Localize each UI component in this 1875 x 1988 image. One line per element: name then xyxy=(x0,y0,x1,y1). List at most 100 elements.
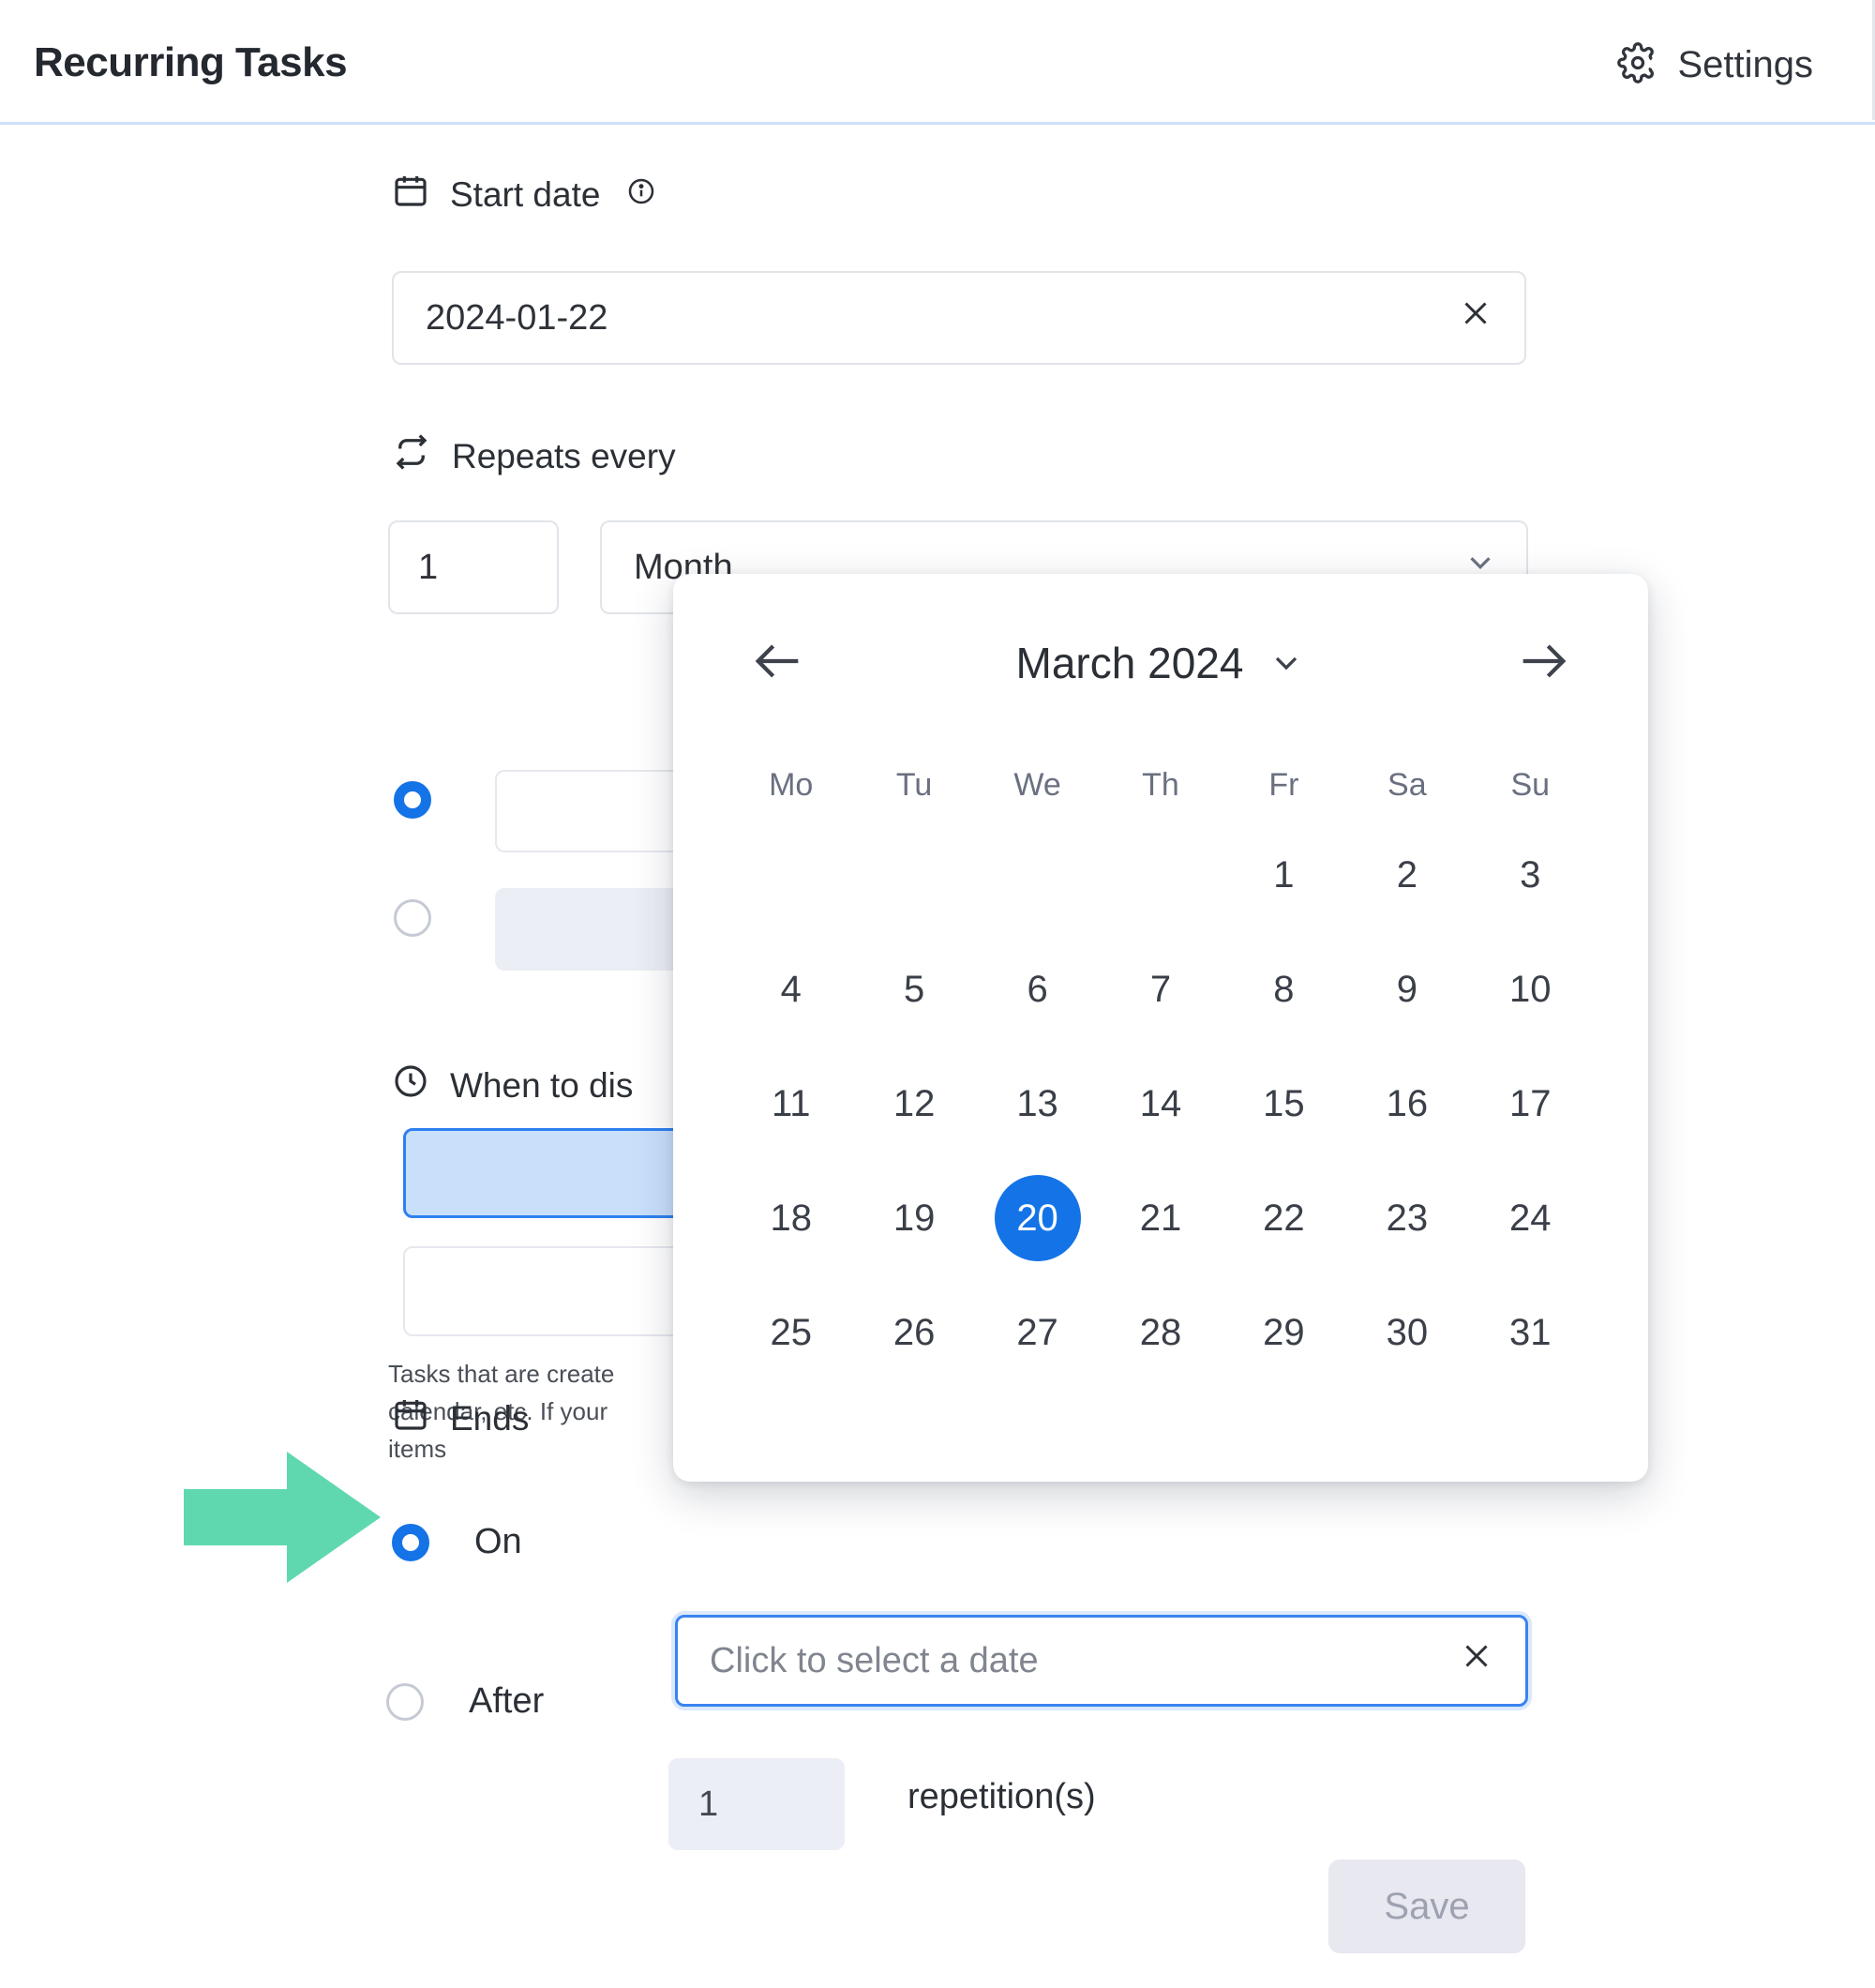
calendar-day[interactable]: 2 xyxy=(1364,832,1450,918)
calendar-day[interactable]: 3 xyxy=(1487,832,1573,918)
clear-icon[interactable] xyxy=(1460,1639,1493,1682)
save-button[interactable]: Save xyxy=(1328,1860,1525,1953)
calendar-day[interactable]: 28 xyxy=(1118,1289,1204,1376)
radio-monthly-by-ordinal[interactable] xyxy=(394,899,431,937)
calendar-cell: 15 xyxy=(1222,1047,1345,1161)
ends-label: Ends xyxy=(450,1398,530,1438)
calendar-cell: 19 xyxy=(852,1161,975,1275)
monthly-day-radio-row[interactable] xyxy=(394,781,431,819)
repeat-interval-input[interactable]: 1 xyxy=(388,520,559,614)
calendar-day[interactable]: 30 xyxy=(1364,1289,1450,1376)
display-label: When to dis xyxy=(450,1065,634,1105)
calendar-cell: 29 xyxy=(1222,1275,1345,1390)
calendar-week-row: 123 xyxy=(729,818,1592,932)
calendar-cell: 27 xyxy=(976,1275,1099,1390)
start-date-label-row: Start date xyxy=(392,172,656,218)
calendar-day[interactable]: 16 xyxy=(1364,1061,1450,1147)
page-title: Recurring Tasks xyxy=(34,39,348,85)
calendar-day[interactable]: 20 xyxy=(994,1175,1081,1261)
calendar-cell: 26 xyxy=(852,1275,975,1390)
calendar-day[interactable]: 14 xyxy=(1118,1061,1204,1147)
calendar-day[interactable]: 18 xyxy=(748,1175,834,1261)
calendar-cell: 8 xyxy=(1222,932,1345,1047)
ends-label-row: Ends xyxy=(392,1395,529,1441)
calendar-cell: 24 xyxy=(1469,1161,1592,1275)
repeat-interval-value: 1 xyxy=(418,547,439,587)
clock-icon xyxy=(392,1062,429,1108)
calendar-day[interactable]: 25 xyxy=(748,1289,834,1376)
calendar-day[interactable]: 17 xyxy=(1487,1061,1573,1147)
ends-after-radio-row[interactable]: After xyxy=(386,1681,544,1722)
ends-after-label: After xyxy=(469,1681,545,1721)
calendar-day[interactable]: 22 xyxy=(1240,1175,1327,1261)
ends-after-suffix: repetition(s) xyxy=(908,1777,1096,1816)
next-month-button[interactable] xyxy=(1513,631,1573,696)
calendar-cell: 7 xyxy=(1099,932,1222,1047)
display-label-row: When to dis xyxy=(392,1062,633,1108)
month-year-label: March 2024 xyxy=(1015,639,1244,687)
calendar-day[interactable]: 12 xyxy=(871,1061,957,1147)
calendar-weekday: Th xyxy=(1142,767,1179,803)
calendar-day[interactable]: 23 xyxy=(1364,1175,1450,1261)
calendar-day[interactable]: 13 xyxy=(995,1061,1081,1147)
calendar-cell: 9 xyxy=(1345,932,1468,1047)
calendar-cell: 21 xyxy=(1099,1161,1222,1275)
calendar-day[interactable]: 24 xyxy=(1487,1175,1573,1261)
monthly-ordinal-radio-row[interactable] xyxy=(394,899,431,937)
calendar-day[interactable]: 11 xyxy=(748,1061,834,1147)
ends-group: Ends xyxy=(392,1395,529,1441)
calendar-day-empty xyxy=(995,832,1081,918)
info-icon[interactable] xyxy=(626,175,656,215)
calendar-day[interactable]: 10 xyxy=(1487,946,1573,1032)
calendar-cell: 20 xyxy=(976,1161,1099,1275)
calendar-day[interactable]: 26 xyxy=(871,1289,957,1376)
display-group: When to dis xyxy=(392,1062,633,1108)
calendar-weekday-header: Mo Tu We Th Fr Sa Su xyxy=(729,752,1592,818)
repeats-group: Repeats every xyxy=(392,432,676,480)
calendar-day[interactable]: 29 xyxy=(1240,1289,1327,1376)
calendar-day[interactable]: 31 xyxy=(1487,1289,1573,1376)
calendar-cell: 4 xyxy=(729,932,852,1047)
calendar-cell: 5 xyxy=(852,932,975,1047)
radio-ends-on[interactable] xyxy=(392,1523,429,1561)
calendar-week-row: 25 26 27 28 29 30 31 xyxy=(729,1275,1592,1390)
calendar-weekday: Sa xyxy=(1388,767,1427,803)
calendar-day[interactable]: 4 xyxy=(748,946,834,1032)
calendar-cell: 28 xyxy=(1099,1275,1222,1390)
calendar-grid: Mo Tu We Th Fr Sa Su 1 2 3 4 5 6 7 8 9 10 11 12 13 14 15 16 17… xyxy=(729,752,1592,1390)
calendar-day[interactable]: 15 xyxy=(1240,1061,1327,1147)
calendar-cell xyxy=(1099,818,1222,932)
calendar-cell: 31 xyxy=(1469,1275,1592,1390)
calendar-day[interactable]: 19 xyxy=(871,1175,957,1261)
ends-on-date-input[interactable]: Click to select a date xyxy=(675,1615,1528,1707)
radio-monthly-by-day[interactable] xyxy=(394,781,431,819)
start-date-label: Start date xyxy=(450,174,601,214)
calendar-day[interactable]: 21 xyxy=(1118,1175,1204,1261)
ends-on-label: On xyxy=(474,1522,522,1561)
ends-after-count-input[interactable]: 1 xyxy=(668,1758,845,1850)
calendar-cell: 6 xyxy=(976,932,1099,1047)
calendar-day[interactable]: 8 xyxy=(1240,946,1327,1032)
calendar-day[interactable]: 5 xyxy=(871,946,957,1032)
radio-ends-after[interactable] xyxy=(386,1682,424,1721)
month-year-selector[interactable]: March 2024 xyxy=(1016,638,1306,688)
calendar-cell: 25 xyxy=(729,1275,852,1390)
calendar-weeks: 1 2 3 4 5 6 7 8 9 10 11 12 13 14 15 16 17 18 19 20 21 22 23 24 2… xyxy=(729,818,1592,1390)
settings-button[interactable]: Settings xyxy=(1617,42,1813,88)
clear-icon[interactable] xyxy=(1459,296,1492,339)
calendar-day[interactable]: 9 xyxy=(1364,946,1450,1032)
calendar-week-row: 18 19 20 21 22 23 24 xyxy=(729,1161,1592,1275)
previous-month-button[interactable] xyxy=(748,631,808,696)
chevron-down-icon xyxy=(1276,656,1298,670)
calendar-day[interactable]: 6 xyxy=(995,946,1081,1032)
calendar-weekday: Mo xyxy=(769,767,814,803)
calendar-day[interactable]: 27 xyxy=(995,1289,1081,1376)
ends-on-radio-row[interactable]: On xyxy=(392,1522,522,1562)
calendar-cell: 16 xyxy=(1345,1047,1468,1161)
calendar-day-empty xyxy=(748,832,834,918)
calendar-day[interactable]: 1 xyxy=(1240,832,1327,918)
calendar-cell: 14 xyxy=(1099,1047,1222,1161)
start-date-input[interactable]: 2024-01-22 xyxy=(392,271,1526,365)
calendar-day[interactable]: 7 xyxy=(1118,946,1204,1032)
gear-icon xyxy=(1617,42,1658,88)
